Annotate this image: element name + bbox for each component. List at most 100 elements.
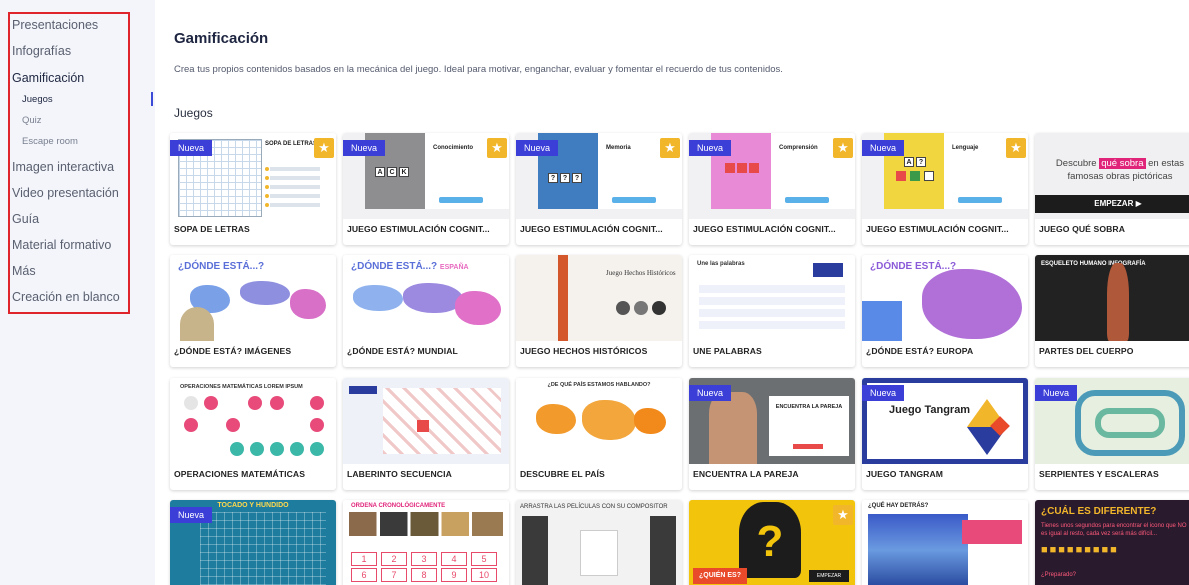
active-indicator — [151, 92, 153, 106]
template-card[interactable]: A ? Lenguaje Nueva ★ JUEGO ESTIMULACIÓN … — [862, 133, 1028, 245]
template-card[interactable]: ENCUENTRA LA PAREJA Nueva ENCUENTRA LA P… — [689, 378, 855, 490]
card-label: DESCUBRE EL PAÍS — [520, 469, 605, 479]
template-card[interactable]: TOCADO Y HUNDIDO Nueva — [170, 500, 336, 585]
sidebar-subitem-escape-room[interactable]: Escape room — [22, 136, 78, 147]
thumbnail: ¿QUÉ HAY DETRÁS? — [862, 500, 1028, 585]
card-label: JUEGO QUÉ SOBRA — [1039, 224, 1126, 234]
sidebar-item-creacion-en-blanco[interactable]: Creación en blanco — [12, 290, 120, 304]
thumb-text: Descubre qué sobra en estas famosas obra… — [1055, 158, 1185, 182]
template-card[interactable]: ESQUELETO HUMANO INFOGRAFÍA PARTES DEL C… — [1035, 255, 1189, 367]
template-card[interactable]: SOPA DE LETRAS Nueva ★ SOPA DE LETRAS — [170, 133, 336, 245]
thumb-title: ¿DÓNDE ESTÁ...? — [178, 261, 265, 272]
page-description: Crea tus propios contenidos basados en l… — [174, 64, 783, 75]
thumbnail: ESQUELETO HUMANO INFOGRAFÍA — [1035, 255, 1189, 341]
thumb-title: ENCUENTRA LA PAREJA — [775, 404, 843, 410]
sidebar-item-video-presentacion[interactable]: Video presentación — [12, 186, 119, 200]
sidebar-subitem-juegos[interactable]: Juegos — [22, 94, 53, 105]
template-card[interactable]: Une las palabras UNE PALABRAS — [689, 255, 855, 367]
sidebar-item-mas[interactable]: Más — [12, 264, 36, 278]
template-card[interactable]: Juego Hechos Históricos JUEGO HECHOS HIS… — [516, 255, 682, 367]
thumbnail: ¿DE QUÉ PAÍS ESTAMOS HABLANDO? — [516, 378, 682, 464]
card-label: LABERINTO SECUENCIA — [347, 469, 452, 479]
template-card[interactable]: ? ? ? Memoria Nueva ★ JUEGO ESTIMULACIÓN… — [516, 133, 682, 245]
thumb-subtitle: Tienes unos segundos para encontrar el i… — [1041, 523, 1187, 537]
star-icon[interactable]: ★ — [314, 138, 334, 158]
new-badge: Nueva — [170, 507, 213, 523]
card-label: JUEGO HECHOS HISTÓRICOS — [520, 346, 648, 356]
star-icon[interactable]: ★ — [1006, 138, 1026, 158]
template-card[interactable]: A C K Conocimiento Nueva ★ JUEGO ESTIMUL… — [343, 133, 509, 245]
card-label: ¿DÓNDE ESTÁ? EUROPA — [866, 346, 974, 356]
star-icon[interactable]: ★ — [660, 138, 680, 158]
sidebar-item-presentaciones[interactable]: Presentaciones — [12, 18, 98, 32]
template-card[interactable]: ¿DÓNDE ESTÁ...? ¿DÓNDE ESTÁ? IMÁGENES — [170, 255, 336, 367]
template-card[interactable]: ¿QUÉ HAY DETRÁS? — [862, 500, 1028, 585]
template-card[interactable]: ? ¿QUIÉN ES? EMPEZAR ★ — [689, 500, 855, 585]
thumbnail: ¿DÓNDE ESTÁ...? — [170, 255, 336, 341]
sidebar-subitem-quiz[interactable]: Quiz — [22, 115, 42, 126]
card-label: ENCUENTRA LA PAREJA — [693, 469, 799, 479]
new-badge: Nueva — [343, 140, 386, 156]
thumb-title: ORDENA CRONOLÓGICAMENTE — [351, 503, 446, 509]
template-card[interactable]: ¿DÓNDE ESTÁ...? ¿DÓNDE ESTÁ? EUROPA — [862, 255, 1028, 367]
thumb-title: ¿DE QUÉ PAÍS ESTAMOS HABLANDO? — [547, 382, 651, 388]
card-label: JUEGO ESTIMULACIÓN COGNIT... — [347, 224, 490, 234]
start-button: EMPEZAR — [809, 570, 849, 582]
thumb-title: ¿DÓNDE ESTÁ...? — [870, 261, 957, 272]
thumb-title: Une las palabras — [697, 261, 745, 267]
card-label: JUEGO TANGRAM — [866, 469, 944, 479]
star-icon[interactable]: ★ — [833, 138, 853, 158]
card-label: UNE PALABRAS — [693, 346, 762, 356]
thumbnail: ¿DÓNDE ESTÁ...? — [862, 255, 1028, 341]
thumb-title: Juego Hechos Históricos — [606, 269, 676, 277]
thumbnail: ARRASTRA LAS PELÍCULAS CON SU COMPOSITOR — [516, 500, 682, 585]
template-card[interactable]: Juego Tangram Nueva JUEGO TANGRAM — [862, 378, 1028, 490]
template-card[interactable]: Comprensión Nueva ★ JUEGO ESTIMULACIÓN C… — [689, 133, 855, 245]
thumb-title: SOPA DE LETRAS — [265, 141, 318, 147]
thumbnail: Juego Hechos Históricos — [516, 255, 682, 341]
thumb-title: ¿DÓNDE ESTÁ...? ESPAÑA — [351, 261, 469, 272]
start-button: EMPEZAR ▶ — [1035, 195, 1189, 213]
thumb-title: Memoria — [606, 145, 631, 151]
new-badge: Nueva — [689, 385, 732, 401]
thumbnail: Descubre qué sobra en estas famosas obra… — [1035, 133, 1189, 219]
template-card[interactable]: ¿CUÁL ES DIFERENTE? Tienes unos segundos… — [1035, 500, 1189, 585]
template-card[interactable]: ORDENA CRONOLÓGICAMENTE 1 2 3 4 5 6 7 8 … — [343, 500, 509, 585]
thumb-title: ARRASTRA LAS PELÍCULAS CON SU COMPOSITOR — [520, 504, 668, 510]
thumb-title: ESQUELETO HUMANO INFOGRAFÍA — [1041, 261, 1146, 267]
card-label: JUEGO ESTIMULACIÓN COGNIT... — [520, 224, 663, 234]
thumb-footer: ¿Preparado? — [1041, 572, 1077, 578]
template-card[interactable]: OPERACIONES MATEMÁTICAS LOREM IPSUM OPER… — [170, 378, 336, 490]
star-icon[interactable]: ★ — [487, 138, 507, 158]
thumb-title: ¿QUIÉN ES? — [693, 568, 747, 584]
template-card[interactable]: Nueva SERPIENTES Y ESCALERAS — [1035, 378, 1189, 490]
template-card[interactable]: ¿DE QUÉ PAÍS ESTAMOS HABLANDO? DESCUBRE … — [516, 378, 682, 490]
new-badge: Nueva — [862, 140, 905, 156]
thumbnail: ORDENA CRONOLÓGICAMENTE 1 2 3 4 5 6 7 8 … — [343, 500, 509, 585]
thumb-title: Lenguaje — [952, 145, 979, 151]
thumbnail: OPERACIONES MATEMÁTICAS LOREM IPSUM — [170, 378, 336, 464]
sidebar-item-guia[interactable]: Guía — [12, 212, 39, 226]
new-badge: Nueva — [516, 140, 559, 156]
thumbnail: ¿CUÁL ES DIFERENTE? Tienes unos segundos… — [1035, 500, 1189, 585]
thumb-title: ¿QUÉ HAY DETRÁS? — [868, 503, 929, 509]
star-icon[interactable]: ★ — [833, 505, 853, 525]
thumbnail — [343, 378, 509, 464]
sidebar-item-gamificacion[interactable]: Gamificación — [12, 71, 84, 85]
thumb-title: Conocimiento — [433, 145, 473, 151]
template-card[interactable]: ARRASTRA LAS PELÍCULAS CON SU COMPOSITOR — [516, 500, 682, 585]
sidebar-item-infografias[interactable]: Infografías — [12, 44, 71, 58]
template-card[interactable]: LABERINTO SECUENCIA — [343, 378, 509, 490]
sidebar-item-imagen-interactiva[interactable]: Imagen interactiva — [12, 160, 114, 174]
sidebar-item-material-formativo[interactable]: Material formativo — [12, 238, 111, 252]
template-card[interactable]: Descubre qué sobra en estas famosas obra… — [1035, 133, 1189, 245]
thumbnail: ? ¿QUIÉN ES? EMPEZAR — [689, 500, 855, 585]
card-label: SERPIENTES Y ESCALERAS — [1039, 469, 1159, 479]
new-badge: Nueva — [170, 140, 213, 156]
new-badge: Nueva — [689, 140, 732, 156]
thumbnail: Une las palabras — [689, 255, 855, 341]
thumb-title: ¿CUÁL ES DIFERENTE? — [1041, 506, 1157, 517]
template-card[interactable]: ¿DÓNDE ESTÁ...? ESPAÑA ¿DÓNDE ESTÁ? MUND… — [343, 255, 509, 367]
card-label: SOPA DE LETRAS — [174, 224, 250, 234]
thumb-title: Juego Tangram — [889, 404, 971, 416]
